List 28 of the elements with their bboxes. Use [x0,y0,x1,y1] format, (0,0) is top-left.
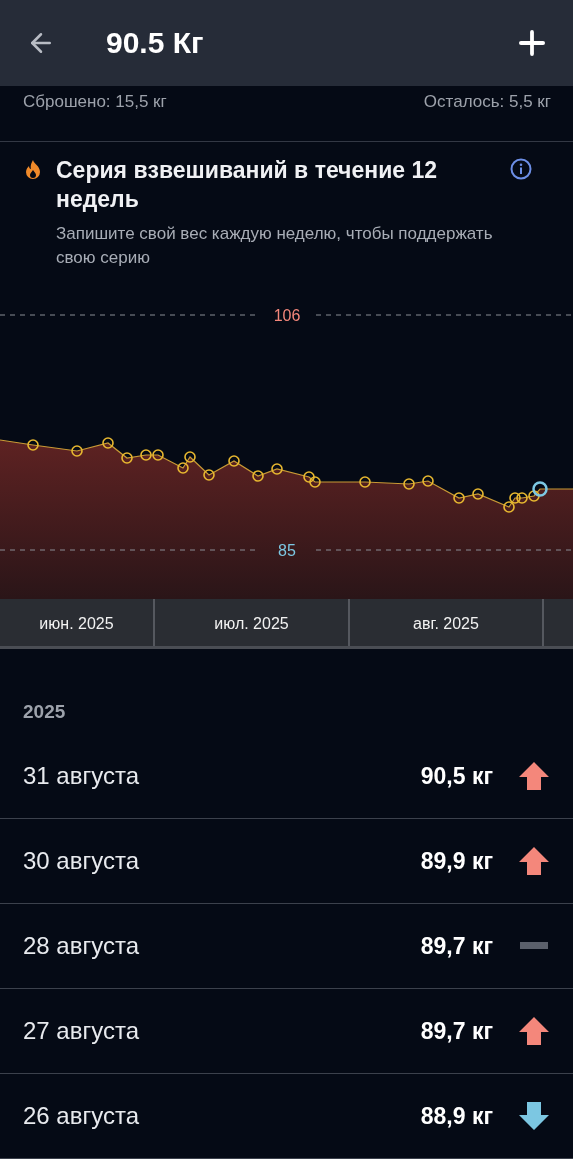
entry-date: 28 августа [23,932,140,961]
reference-label: 85 [278,541,296,559]
reference-label: 106 [273,306,301,324]
entry-weight: 89,7 кг [420,932,493,960]
entry-date: 31 августа [23,762,140,791]
weight-entry[interactable]: 27 августа 89,7 кг [0,989,573,1075]
remaining-weight: Осталось: 5,5 кг [423,91,551,112]
streak-title: Серия взвешиваний в течение 12 недель [56,155,439,214]
year-heading: 2025 [23,700,66,722]
month-label: июн. 2025 [39,615,114,634]
weight-entry[interactable]: 31 августа 90,5 кг [0,734,573,820]
streak-description: Запишите свой вес каждую неделю, чтобы поддержать свою серию [56,222,494,269]
flame-icon [24,159,42,180]
entry-weight: 89,7 кг [420,1017,493,1045]
entry-weight: 90,5 кг [420,763,493,790]
info-icon[interactable] [510,157,532,180]
entry-date: 26 августа [23,1102,140,1131]
weight-entry[interactable]: 30 августа 89,9 кг [0,819,573,905]
entry-date: 30 августа [23,847,140,876]
weight-entry[interactable]: 28 августа 89,7 кг [0,904,573,990]
weight-entry[interactable]: 26 августа 88,9 кг [0,1074,573,1159]
entry-weight: 88,9 кг [420,1102,493,1130]
entry-date: 27 августа [23,1017,140,1046]
lost-weight: Сброшено: 15,5 кг [23,91,167,112]
month-label: июл. 2025 [214,615,289,634]
entry-weight: 89,9 кг [420,847,493,875]
screen-title: 90.5 Кг [106,25,205,60]
month-label: авг. 2025 [413,615,479,634]
